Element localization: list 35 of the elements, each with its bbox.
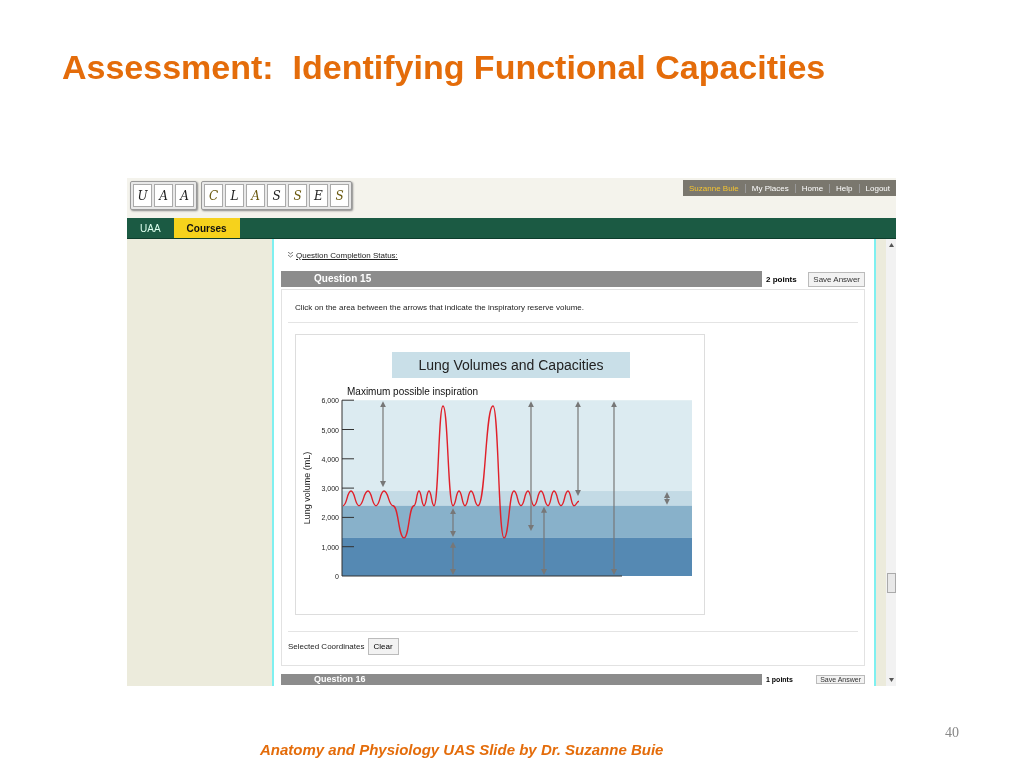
save-answer-button[interactable]: Save Answer [808, 271, 865, 287]
figure-title: Lung Volumes and Capacities [418, 357, 604, 373]
logo-letter: A [246, 184, 265, 207]
logo-letter: S [267, 184, 286, 207]
nav-tab[interactable]: Courses [173, 218, 240, 238]
chevron-down-icon [288, 252, 293, 258]
menu-link[interactable]: My Places [744, 183, 795, 193]
slide-footer: Anatomy and Physiology UAS Slide by Dr. Suzanne Buie [260, 741, 664, 758]
menu-link[interactable]: Logout [858, 183, 896, 193]
logo-letter: S [330, 184, 349, 207]
scrollbar[interactable] [886, 239, 896, 686]
question-header: Question 15 [281, 271, 762, 287]
clear-button[interactable]: Clear [367, 638, 399, 655]
question-header: Question 16 [281, 674, 762, 685]
logo-letter: C [204, 184, 223, 207]
nav-tab[interactable]: UAA [127, 218, 174, 238]
menu-link[interactable]: Help [829, 183, 859, 193]
coordinates-label: Selected Coordinates [288, 642, 365, 651]
scroll-thumb[interactable] [887, 573, 896, 593]
question-prompt: Click on the area between the arrows that indicate the inspiratory reserve volume. [295, 303, 586, 314]
slide-title: Assessment: Identifying Functional Capacities [62, 47, 827, 88]
scroll-down-icon[interactable] [888, 678, 894, 682]
logo-letter: L [225, 184, 244, 207]
axis-label: Lung volume (mL) [302, 451, 312, 525]
scroll-up-icon[interactable] [888, 243, 894, 247]
logo-letter: S [288, 184, 307, 207]
logo-letter: A [175, 184, 194, 207]
logo-letter: A [154, 184, 173, 207]
annotation-label: Maximum possible inspiration [347, 386, 479, 397]
points-label: 2 points [766, 274, 797, 284]
logo-letter: E [309, 184, 328, 207]
logo-letter: U [133, 184, 152, 207]
completion-status-link[interactable]: Question Completion Status: [288, 249, 398, 261]
page-number: 40 [945, 725, 959, 741]
menu-link[interactable]: Home [794, 183, 830, 193]
